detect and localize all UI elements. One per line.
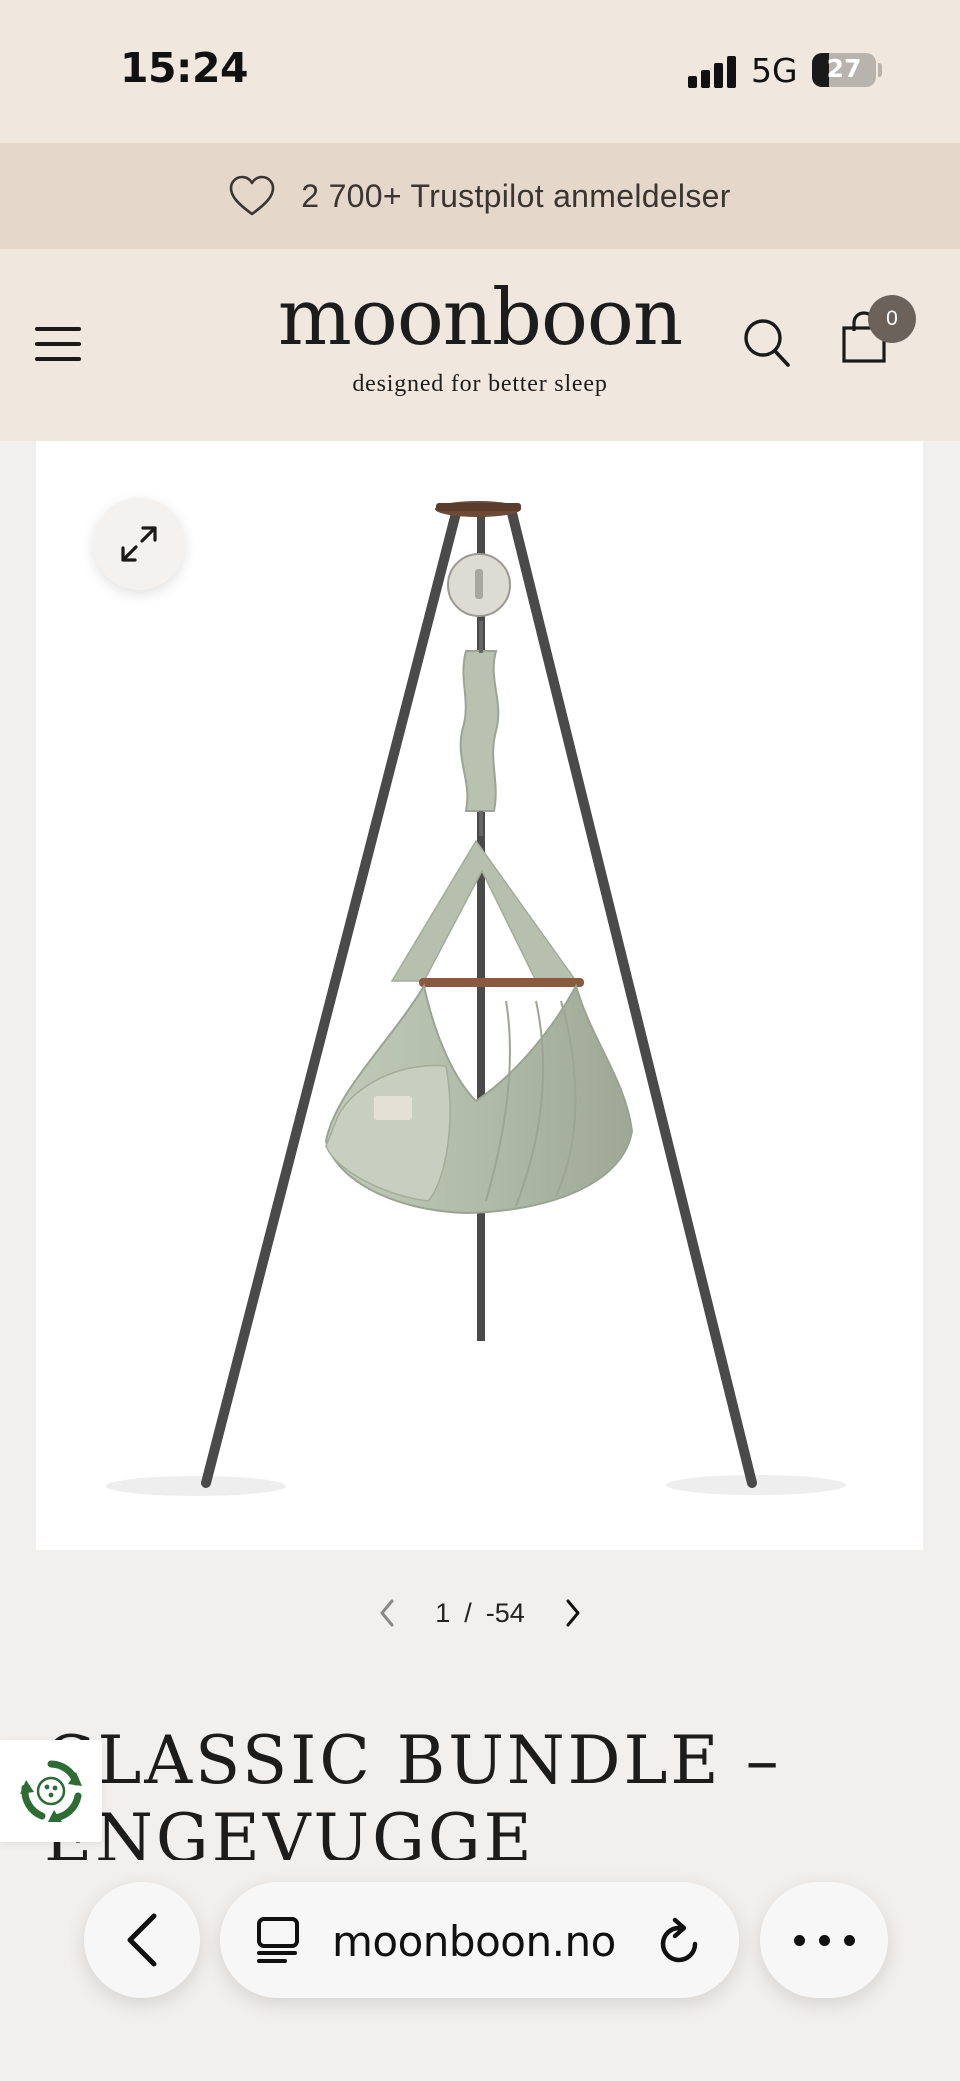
pager-current: 1 xyxy=(435,1597,451,1628)
back-icon xyxy=(127,1913,157,1967)
next-image-button[interactable] xyxy=(553,1593,593,1633)
brand-tagline: designed for better sleep xyxy=(352,371,608,397)
product-title: CLASSIC BUNDLE – ENGEVUGGE xyxy=(44,1722,782,1877)
cradle-illustration xyxy=(106,501,846,1496)
browser-toolbar: moonboon.no xyxy=(0,1860,960,2081)
promo-banner[interactable]: 2 700+ Trustpilot anmeldelser xyxy=(0,143,960,249)
pager-total: -54 xyxy=(485,1597,525,1628)
battery-icon: 27 xyxy=(812,53,876,87)
expand-image-button[interactable] xyxy=(93,498,185,590)
prev-image-button[interactable] xyxy=(367,1593,407,1633)
battery-level: 27 xyxy=(826,54,862,83)
promo-text: 2 700+ Trustpilot anmeldelser xyxy=(301,177,731,214)
reload-icon[interactable] xyxy=(655,1914,705,1968)
pager-separator: / xyxy=(464,1597,472,1628)
chevron-left-icon xyxy=(380,1599,394,1627)
status-bar: 15:24 5G 27 xyxy=(0,0,960,143)
network-label: 5G xyxy=(751,51,798,90)
site-header: moonboon designed for better sleep 0 xyxy=(0,249,960,441)
address-bar[interactable]: moonboon.no xyxy=(220,1882,739,1998)
url-text: moonboon.no xyxy=(332,1917,616,1966)
product-image[interactable] xyxy=(36,441,923,1550)
recycle-icon xyxy=(20,1760,82,1822)
status-time: 15:24 xyxy=(120,44,249,92)
browser-back-button[interactable] xyxy=(84,1882,200,1998)
more-options-button[interactable] xyxy=(760,1882,888,1998)
tabs-icon xyxy=(257,1917,299,1963)
recycle-widget[interactable] xyxy=(0,1740,102,1842)
chevron-right-icon xyxy=(566,1599,580,1627)
search-icon[interactable] xyxy=(742,317,792,369)
heart-icon xyxy=(229,175,275,216)
signal-icon xyxy=(688,56,738,88)
cart-count-badge: 0 xyxy=(868,295,916,343)
battery-nub xyxy=(878,63,882,77)
more-icon-dot xyxy=(818,1934,830,1946)
image-pager: 1 / -54 xyxy=(0,1593,960,1633)
brand-logo[interactable]: moonboon xyxy=(0,279,960,357)
more-icon-dot xyxy=(793,1934,805,1946)
expand-icon xyxy=(121,526,157,562)
more-icon-dot xyxy=(843,1934,855,1946)
